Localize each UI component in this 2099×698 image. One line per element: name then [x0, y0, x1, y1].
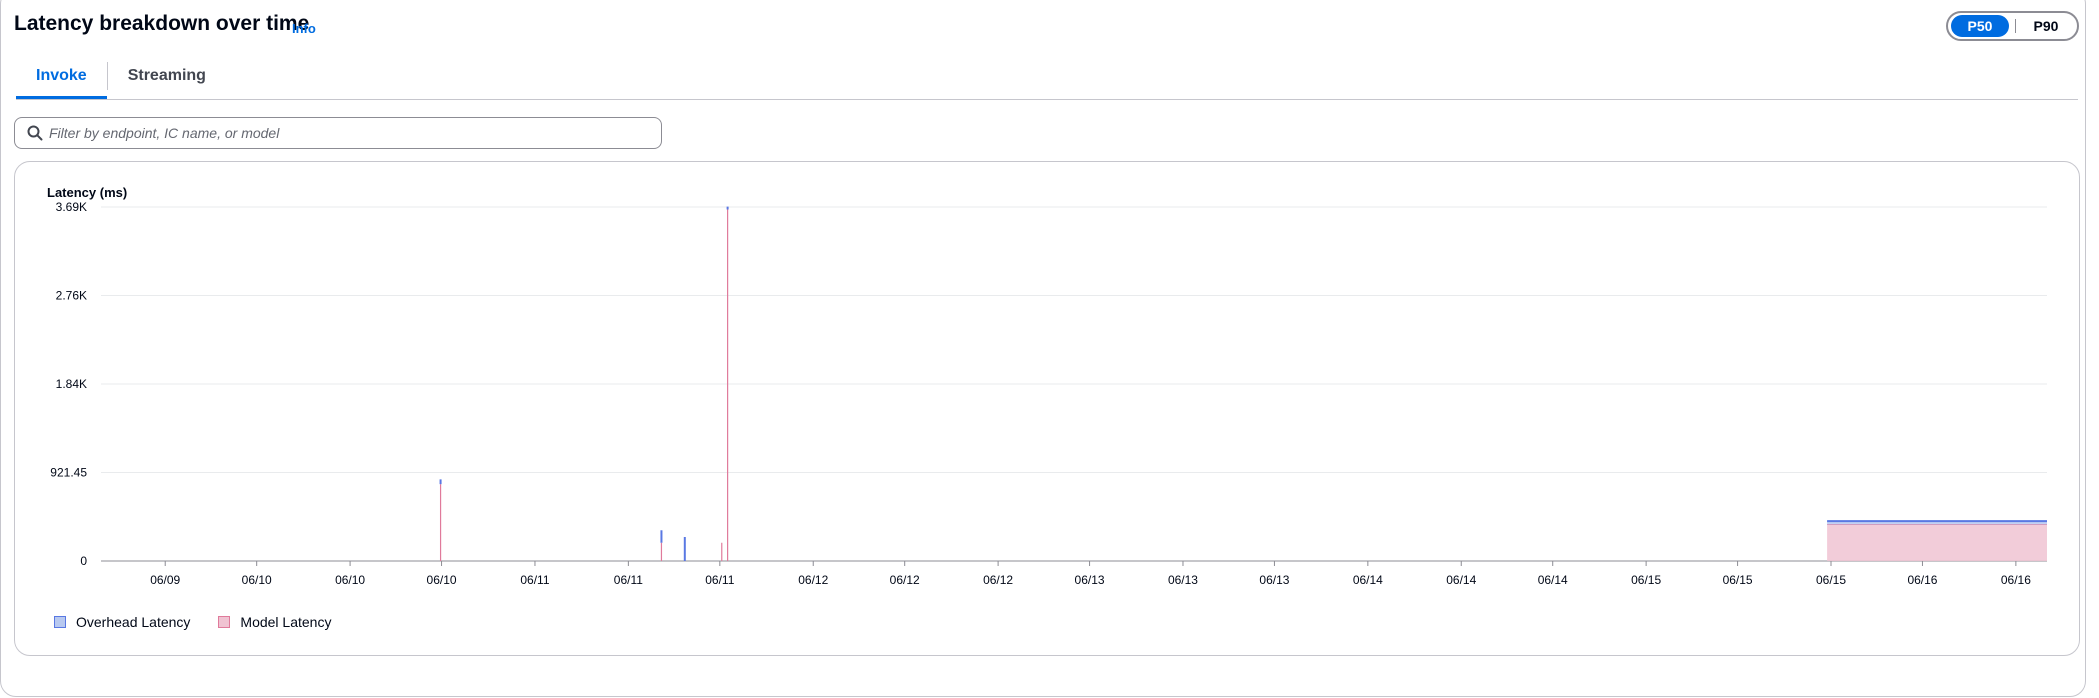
chart-legend: Overhead Latency Model Latency	[54, 614, 345, 630]
legend-label-model: Model Latency	[240, 614, 332, 630]
y-tick-label: 921.45	[50, 466, 87, 480]
percentile-toggle: P50 P90	[1946, 11, 2079, 41]
x-tick-label: 06/12	[798, 573, 828, 587]
y-tick-label: 0	[80, 554, 87, 568]
overhead-swatch	[54, 616, 66, 628]
x-tick-label: 06/14	[1353, 573, 1383, 587]
x-tick-label: 06/10	[427, 573, 457, 587]
p90-toggle-button[interactable]: P90	[2020, 15, 2072, 37]
x-tick-label: 06/11	[614, 573, 643, 587]
legend-item-overhead[interactable]: Overhead Latency	[54, 614, 190, 630]
x-tick-label: 06/11	[520, 573, 549, 587]
p50-toggle-button[interactable]: P50	[1951, 15, 2009, 37]
tab-invoke[interactable]: Invoke	[16, 56, 107, 100]
x-tick-label: 06/14	[1538, 573, 1568, 587]
x-tick-label: 06/13	[1168, 573, 1198, 587]
x-tick-label: 06/13	[1075, 573, 1105, 587]
x-tick-label: 06/16	[2001, 573, 2031, 587]
y-axis-label: Latency (ms)	[47, 185, 127, 200]
y-tick-label: 3.69K	[56, 200, 87, 214]
tabs-underline	[16, 99, 2078, 100]
chart-panel: Latency (ms) 0 921.45 1.84K 2.76K 3.69K 06/09 0…	[14, 161, 2080, 656]
x-tick-label: 06/15	[1723, 573, 1753, 587]
info-link[interactable]: Info	[292, 21, 316, 36]
y-tick-label: 2.76K	[56, 289, 87, 303]
legend-item-model[interactable]: Model Latency	[218, 614, 331, 630]
tab-streaming[interactable]: Streaming	[108, 56, 226, 100]
x-tick-label: 06/12	[890, 573, 920, 587]
x-tick-label: 06/15	[1816, 573, 1846, 587]
x-tick-label: 06/10	[242, 573, 272, 587]
legend-label-overhead: Overhead Latency	[76, 614, 191, 630]
x-tick-label: 06/11	[705, 573, 734, 587]
x-tick-label: 06/13	[1259, 573, 1289, 587]
x-tick-label: 06/15	[1631, 573, 1661, 587]
filter-input[interactable]	[49, 118, 649, 148]
toggle-separator	[2015, 19, 2016, 33]
x-tick-label: 06/09	[150, 573, 180, 587]
x-tick-label: 06/10	[335, 573, 365, 587]
filter-field	[14, 117, 662, 149]
page-title: Latency breakdown over time	[14, 12, 310, 35]
search-icon	[27, 125, 43, 141]
tab-list: Invoke Streaming	[16, 56, 226, 100]
latency-chart: Latency (ms) 0 921.45 1.84K 2.76K 3.69K 06/09 0…	[47, 185, 2047, 587]
x-tick-label: 06/14	[1446, 573, 1476, 587]
model-swatch	[218, 616, 231, 628]
model-latency-area	[1827, 524, 2047, 561]
x-tick-label: 06/12	[983, 573, 1013, 587]
y-tick-label: 1.84K	[56, 377, 87, 391]
x-tick-label: 06/16	[1907, 573, 1937, 587]
